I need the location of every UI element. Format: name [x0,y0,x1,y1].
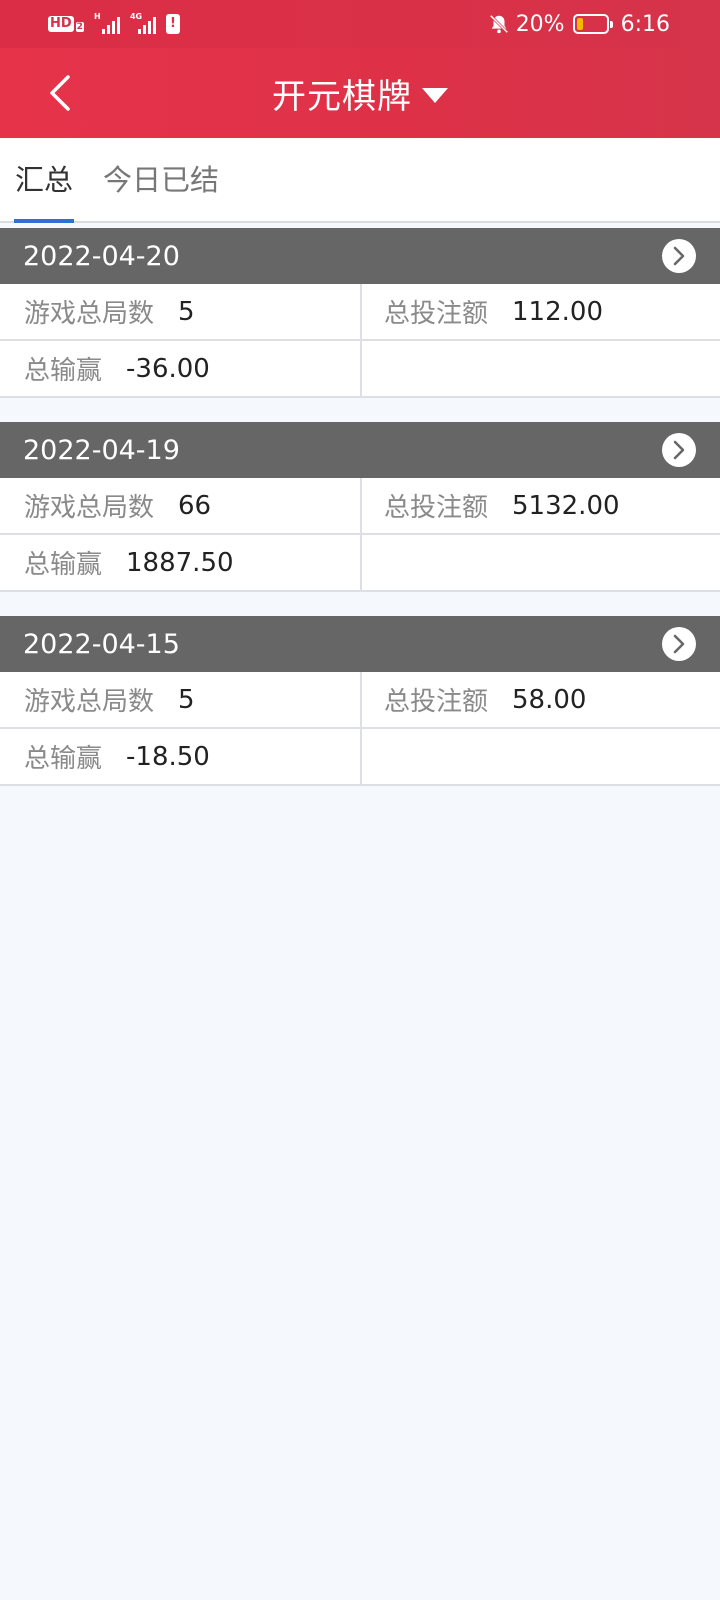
chevron-right-icon[interactable] [662,239,696,273]
empty-cell [360,341,720,396]
caret-down-icon [422,87,448,103]
tab-bar: 汇总 今日已结 [0,138,720,223]
winloss-cell: 总输赢 -36.00 [0,341,360,396]
winloss-value: -36.00 [126,353,210,384]
battery-icon [572,14,613,34]
winloss-cell: 总输赢 -18.50 [0,729,360,784]
total-bet-cell: 总投注额 112.00 [360,284,720,339]
tab-today-settled[interactable]: 今日已结 [103,160,219,200]
games-count-value: 5 [178,684,195,715]
record-date: 2022-04-20 [23,240,180,272]
empty-cell [360,535,720,590]
winloss-cell: 总输赢 1887.50 [0,535,360,590]
tab-summary[interactable]: 汇总 [15,160,73,200]
record-header[interactable]: 2022-04-19 [0,422,720,478]
games-count-label: 游戏总局数 [24,493,155,523]
games-count-cell: 游戏总局数 66 [0,478,360,533]
chevron-right-icon[interactable] [662,433,696,467]
signal-tag: H [93,12,101,21]
games-count-cell: 游戏总局数 5 [0,672,360,727]
records-list: 2022-04-20 游戏总局数 5 总投注额 112.00 总输赢 -36.0… [0,228,720,810]
alert-icon: ! [165,14,180,34]
total-bet-label: 总投注额 [384,493,489,523]
total-bet-value: 58.00 [512,684,587,715]
games-count-value: 66 [178,490,212,521]
winloss-value: 1887.50 [126,547,234,578]
signal-tag-4g: 4G [129,12,143,21]
hd-label: HD [48,16,74,32]
total-bet-label: 总投注额 [384,299,489,329]
status-bar: HD 2 H 4G ! 20% 6:16 [0,0,720,48]
tab-active-indicator [14,219,74,223]
record-date: 2022-04-15 [23,628,180,660]
empty-cell [360,729,720,784]
games-count-label: 游戏总局数 [24,299,155,329]
record-date: 2022-04-19 [23,434,180,466]
record-card: 2022-04-20 游戏总局数 5 总投注额 112.00 总输赢 -36.0… [0,228,720,398]
clock-time: 6:16 [620,11,670,37]
total-bet-value: 5132.00 [512,490,620,521]
chevron-right-icon[interactable] [662,627,696,661]
games-count-value: 5 [178,296,195,327]
battery-percent: 20% [515,11,565,37]
hd-voice-icon: HD 2 [48,16,84,32]
winloss-label: 总输赢 [24,744,103,774]
title-bar: 开元棋牌 [0,48,720,138]
page-title: 开元棋牌 [272,76,412,117]
signal-icon: H [93,12,120,34]
games-count-cell: 游戏总局数 5 [0,284,360,339]
status-right: 20% 6:16 [488,10,670,38]
record-header[interactable]: 2022-04-15 [0,616,720,672]
record-card: 2022-04-19 游戏总局数 66 总投注额 5132.00 总输赢 188… [0,422,720,592]
total-bet-value: 112.00 [512,296,603,327]
winloss-label: 总输赢 [24,356,103,386]
total-bet-label: 总投注额 [384,687,489,717]
status-left: HD 2 H 4G ! [48,10,180,38]
bell-muted-icon [489,14,508,34]
total-bet-cell: 总投注额 5132.00 [360,478,720,533]
total-bet-cell: 总投注额 58.00 [360,672,720,727]
winloss-label: 总输赢 [24,550,103,580]
winloss-value: -18.50 [126,741,210,772]
games-count-label: 游戏总局数 [24,687,155,717]
record-header[interactable]: 2022-04-20 [0,228,720,284]
signal-4g-icon: 4G [129,12,156,34]
title-dropdown[interactable]: 开元棋牌 [0,48,720,138]
record-card: 2022-04-15 游戏总局数 5 总投注额 58.00 总输赢 -18.50 [0,616,720,786]
hd-sub-label: 2 [75,22,84,32]
